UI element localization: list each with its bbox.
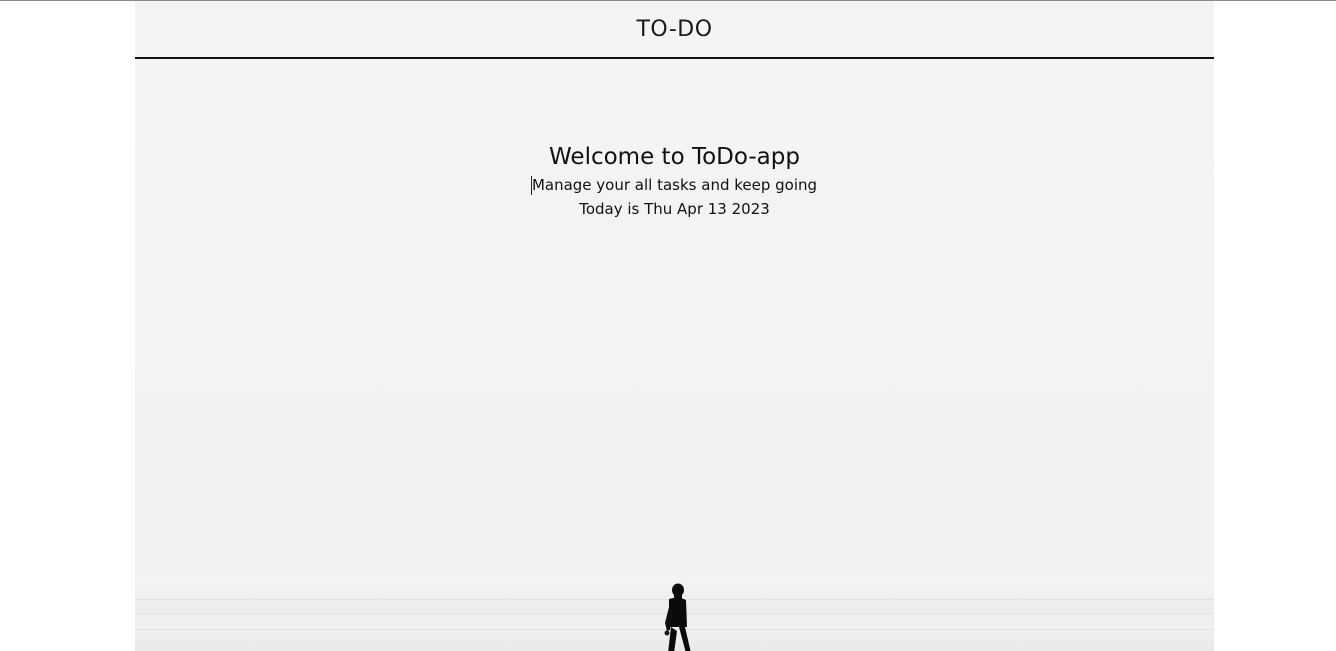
text-cursor bbox=[530, 176, 532, 195]
app-title: TO-DO bbox=[636, 16, 713, 42]
tagline-text: Manage your all tasks and keep going bbox=[531, 176, 818, 194]
todo-app: TO-DO Welcome to ToDo-app Manage your al… bbox=[135, 1, 1214, 651]
tagline: Manage your all tasks and keep going bbox=[530, 173, 818, 197]
welcome-section: Welcome to ToDo-app Manage your all task… bbox=[135, 141, 1214, 221]
app-header: TO-DO bbox=[135, 1, 1214, 59]
today-date: Today is Thu Apr 13 2023 bbox=[579, 200, 770, 218]
walking-person-silhouette bbox=[664, 583, 691, 651]
welcome-heading: Welcome to ToDo-app bbox=[549, 144, 800, 170]
